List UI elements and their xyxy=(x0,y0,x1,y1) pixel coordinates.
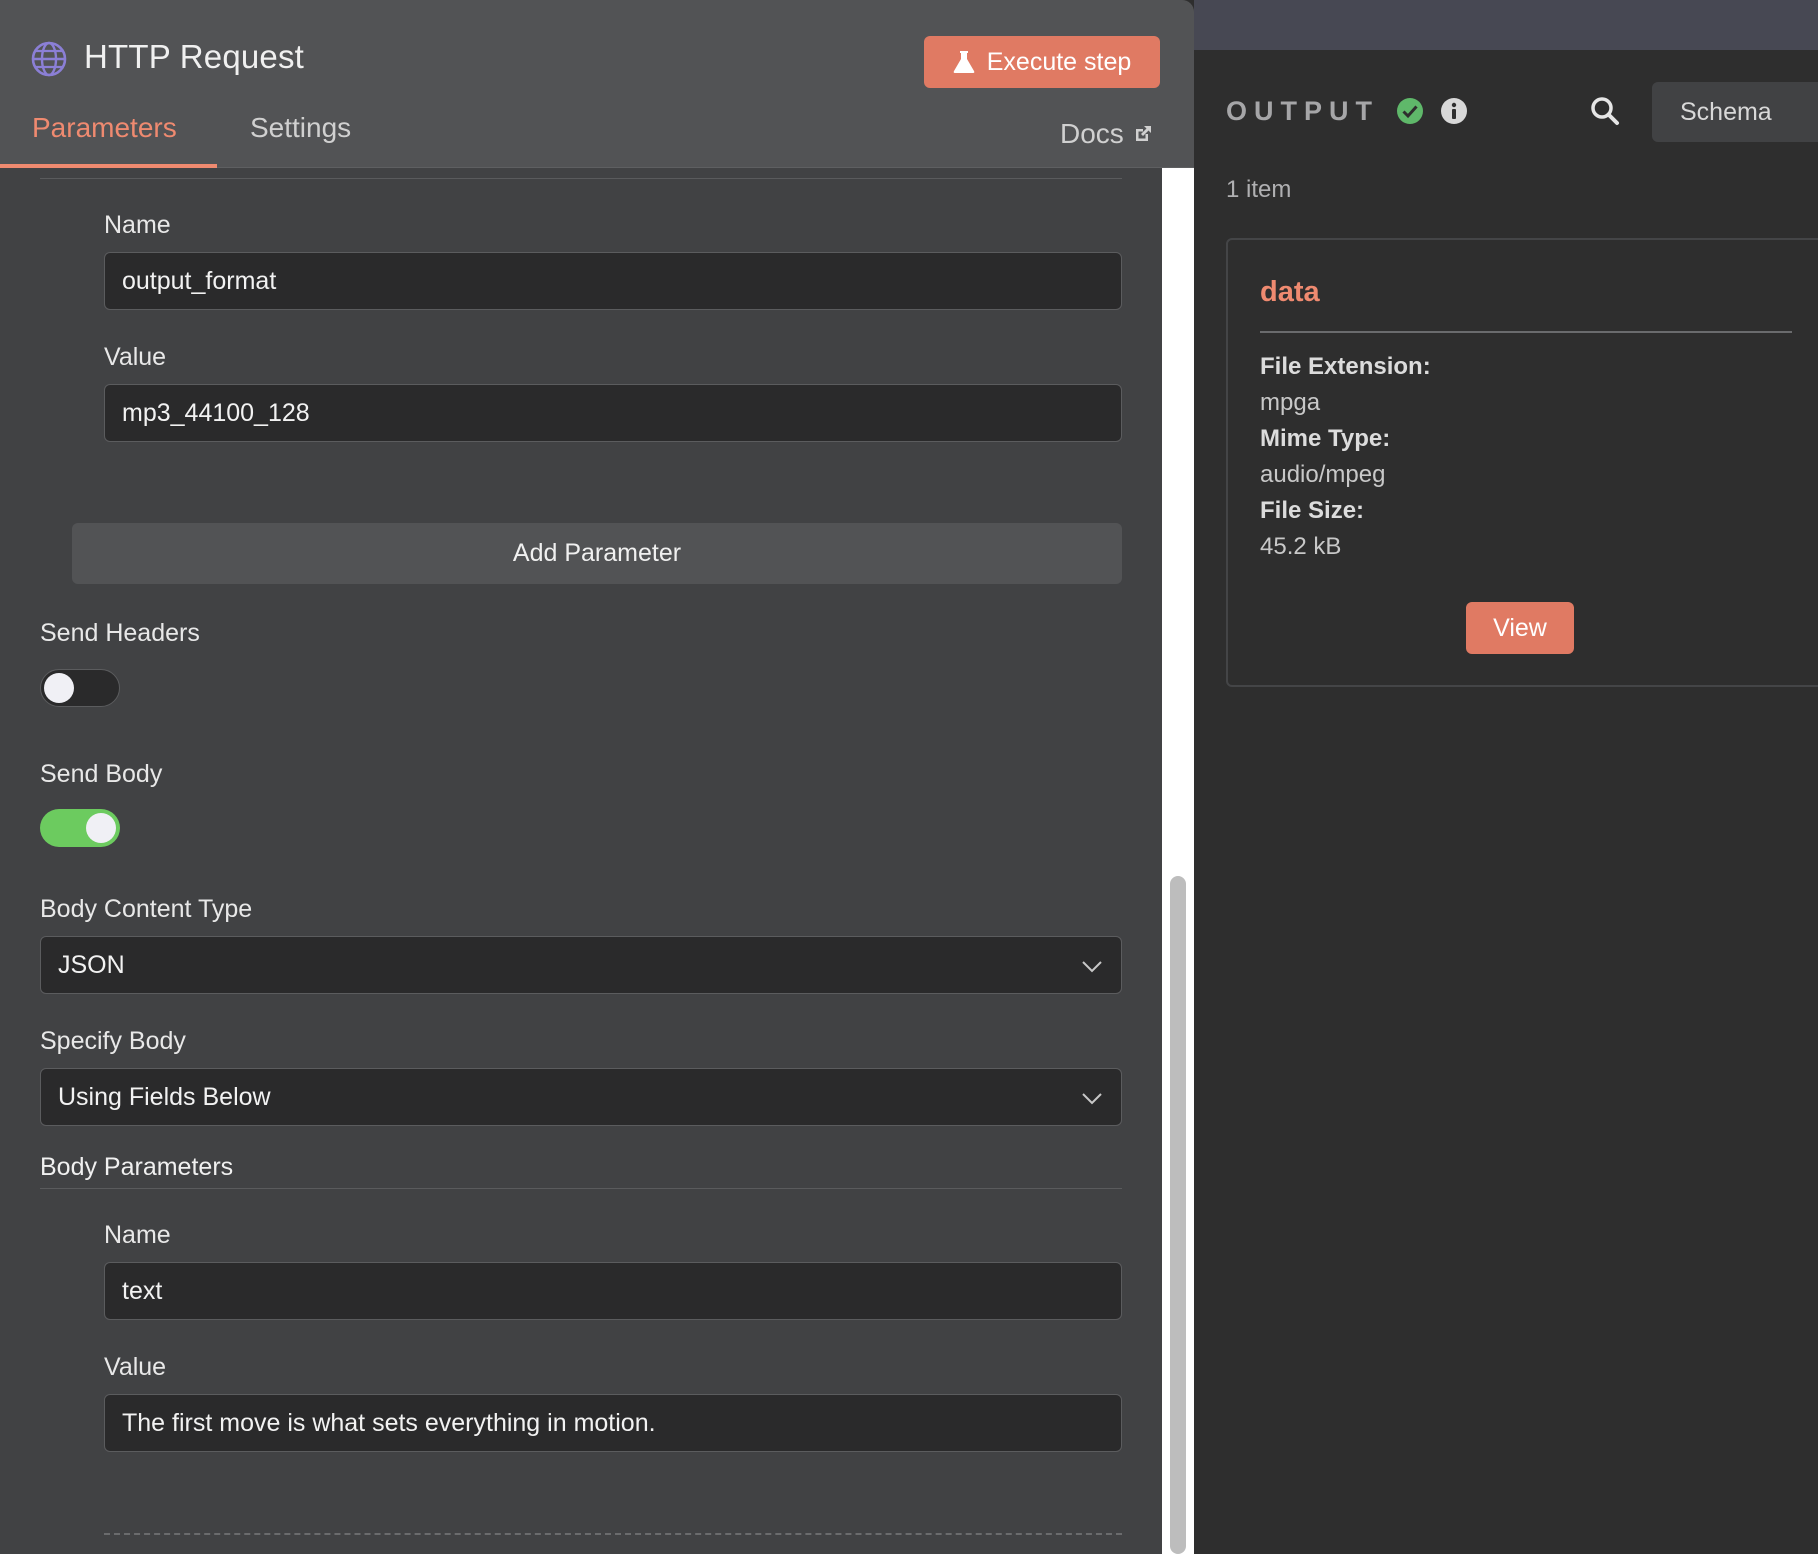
query-value-input[interactable]: mp3_44100_128 xyxy=(104,384,1122,442)
scrollbar-thumb[interactable] xyxy=(1170,876,1186,1554)
send-body-label: Send Body xyxy=(40,760,163,788)
add-parameter-label: Add Parameter xyxy=(512,539,682,567)
query-value-value: mp3_44100_128 xyxy=(122,398,310,427)
body-content-type-label: Body Content Type xyxy=(40,895,253,923)
query-value-label: Value xyxy=(104,343,167,371)
file-size-value: 45.2 kB xyxy=(1260,533,1342,560)
mime-type-key: Mime Type: xyxy=(1260,425,1391,452)
schema-view-button[interactable]: Schema xyxy=(1652,82,1818,142)
search-icon[interactable] xyxy=(1590,96,1620,126)
info-icon[interactable] xyxy=(1440,97,1468,125)
view-button[interactable]: View xyxy=(1466,602,1574,654)
send-headers-label: Send Headers xyxy=(40,619,200,647)
dashed-divider xyxy=(104,1533,1122,1535)
execute-step-label: Execute step xyxy=(986,47,1132,76)
chevron-down-icon xyxy=(1082,1093,1102,1105)
body-value-value: The first move is what sets everything i… xyxy=(122,1408,656,1437)
query-name-label: Name xyxy=(104,211,171,239)
chevron-down-icon xyxy=(1082,961,1102,973)
app-root: HTTP Request Execute step Parameters Set… xyxy=(0,0,1818,1554)
body-content-type-select[interactable]: JSON xyxy=(40,936,1122,994)
specify-body-value: Using Fields Below xyxy=(58,1082,271,1111)
card-title: data xyxy=(1260,276,1320,308)
tab-parameters-label: Parameters xyxy=(32,112,177,143)
items-count: 1 item xyxy=(1226,176,1292,203)
check-circle-icon xyxy=(1397,98,1423,124)
query-name-value: output_format xyxy=(122,266,277,295)
file-extension-value: mpga xyxy=(1260,389,1321,416)
tab-settings[interactable]: Settings xyxy=(250,112,351,168)
toggle-knob xyxy=(44,673,74,703)
specify-body-select[interactable]: Using Fields Below xyxy=(40,1068,1122,1126)
docs-label: Docs xyxy=(1060,118,1124,149)
file-size-key: File Size: xyxy=(1260,497,1365,524)
mime-type-value: audio/mpeg xyxy=(1260,461,1386,488)
output-title: OUTPUT xyxy=(1226,96,1379,126)
section-divider xyxy=(40,178,1122,179)
query-name-input[interactable]: output_format xyxy=(104,252,1122,310)
canvas-strip xyxy=(1194,0,1818,50)
body-value-label: Value xyxy=(104,1353,167,1381)
execute-step-button[interactable]: Execute step xyxy=(924,36,1160,88)
send-body-toggle[interactable] xyxy=(40,809,120,847)
body-parameters-divider xyxy=(40,1188,1122,1189)
docs-link[interactable]: Docs xyxy=(1060,118,1154,150)
node-parameters-panel: HTTP Request Execute step Parameters Set… xyxy=(0,0,1194,1554)
add-parameter-button[interactable]: Add Parameter xyxy=(72,523,1122,584)
tab-settings-label: Settings xyxy=(250,112,352,143)
node-header: HTTP Request Execute step Parameters Set… xyxy=(0,0,1194,168)
body-content-type-value: JSON xyxy=(58,950,125,979)
globe-icon xyxy=(31,41,67,77)
body-name-value: text xyxy=(122,1276,163,1305)
file-extension-key: File Extension: xyxy=(1260,353,1431,380)
tab-parameters[interactable]: Parameters xyxy=(0,112,217,168)
body-value-input[interactable]: The first move is what sets everything i… xyxy=(104,1394,1122,1452)
body-name-input[interactable]: text xyxy=(104,1262,1122,1320)
specify-body-label: Specify Body xyxy=(40,1027,186,1055)
body-name-label: Name xyxy=(104,1221,171,1249)
card-divider xyxy=(1260,331,1792,333)
external-link-icon xyxy=(1135,126,1151,141)
toggle-knob xyxy=(86,813,116,843)
schema-label: Schema xyxy=(1680,97,1772,126)
body-parameters-label: Body Parameters xyxy=(40,1153,234,1181)
send-headers-toggle[interactable] xyxy=(40,669,120,707)
node-title: HTTP Request xyxy=(84,38,305,75)
flask-icon xyxy=(953,51,975,73)
view-label: View xyxy=(1493,613,1547,642)
